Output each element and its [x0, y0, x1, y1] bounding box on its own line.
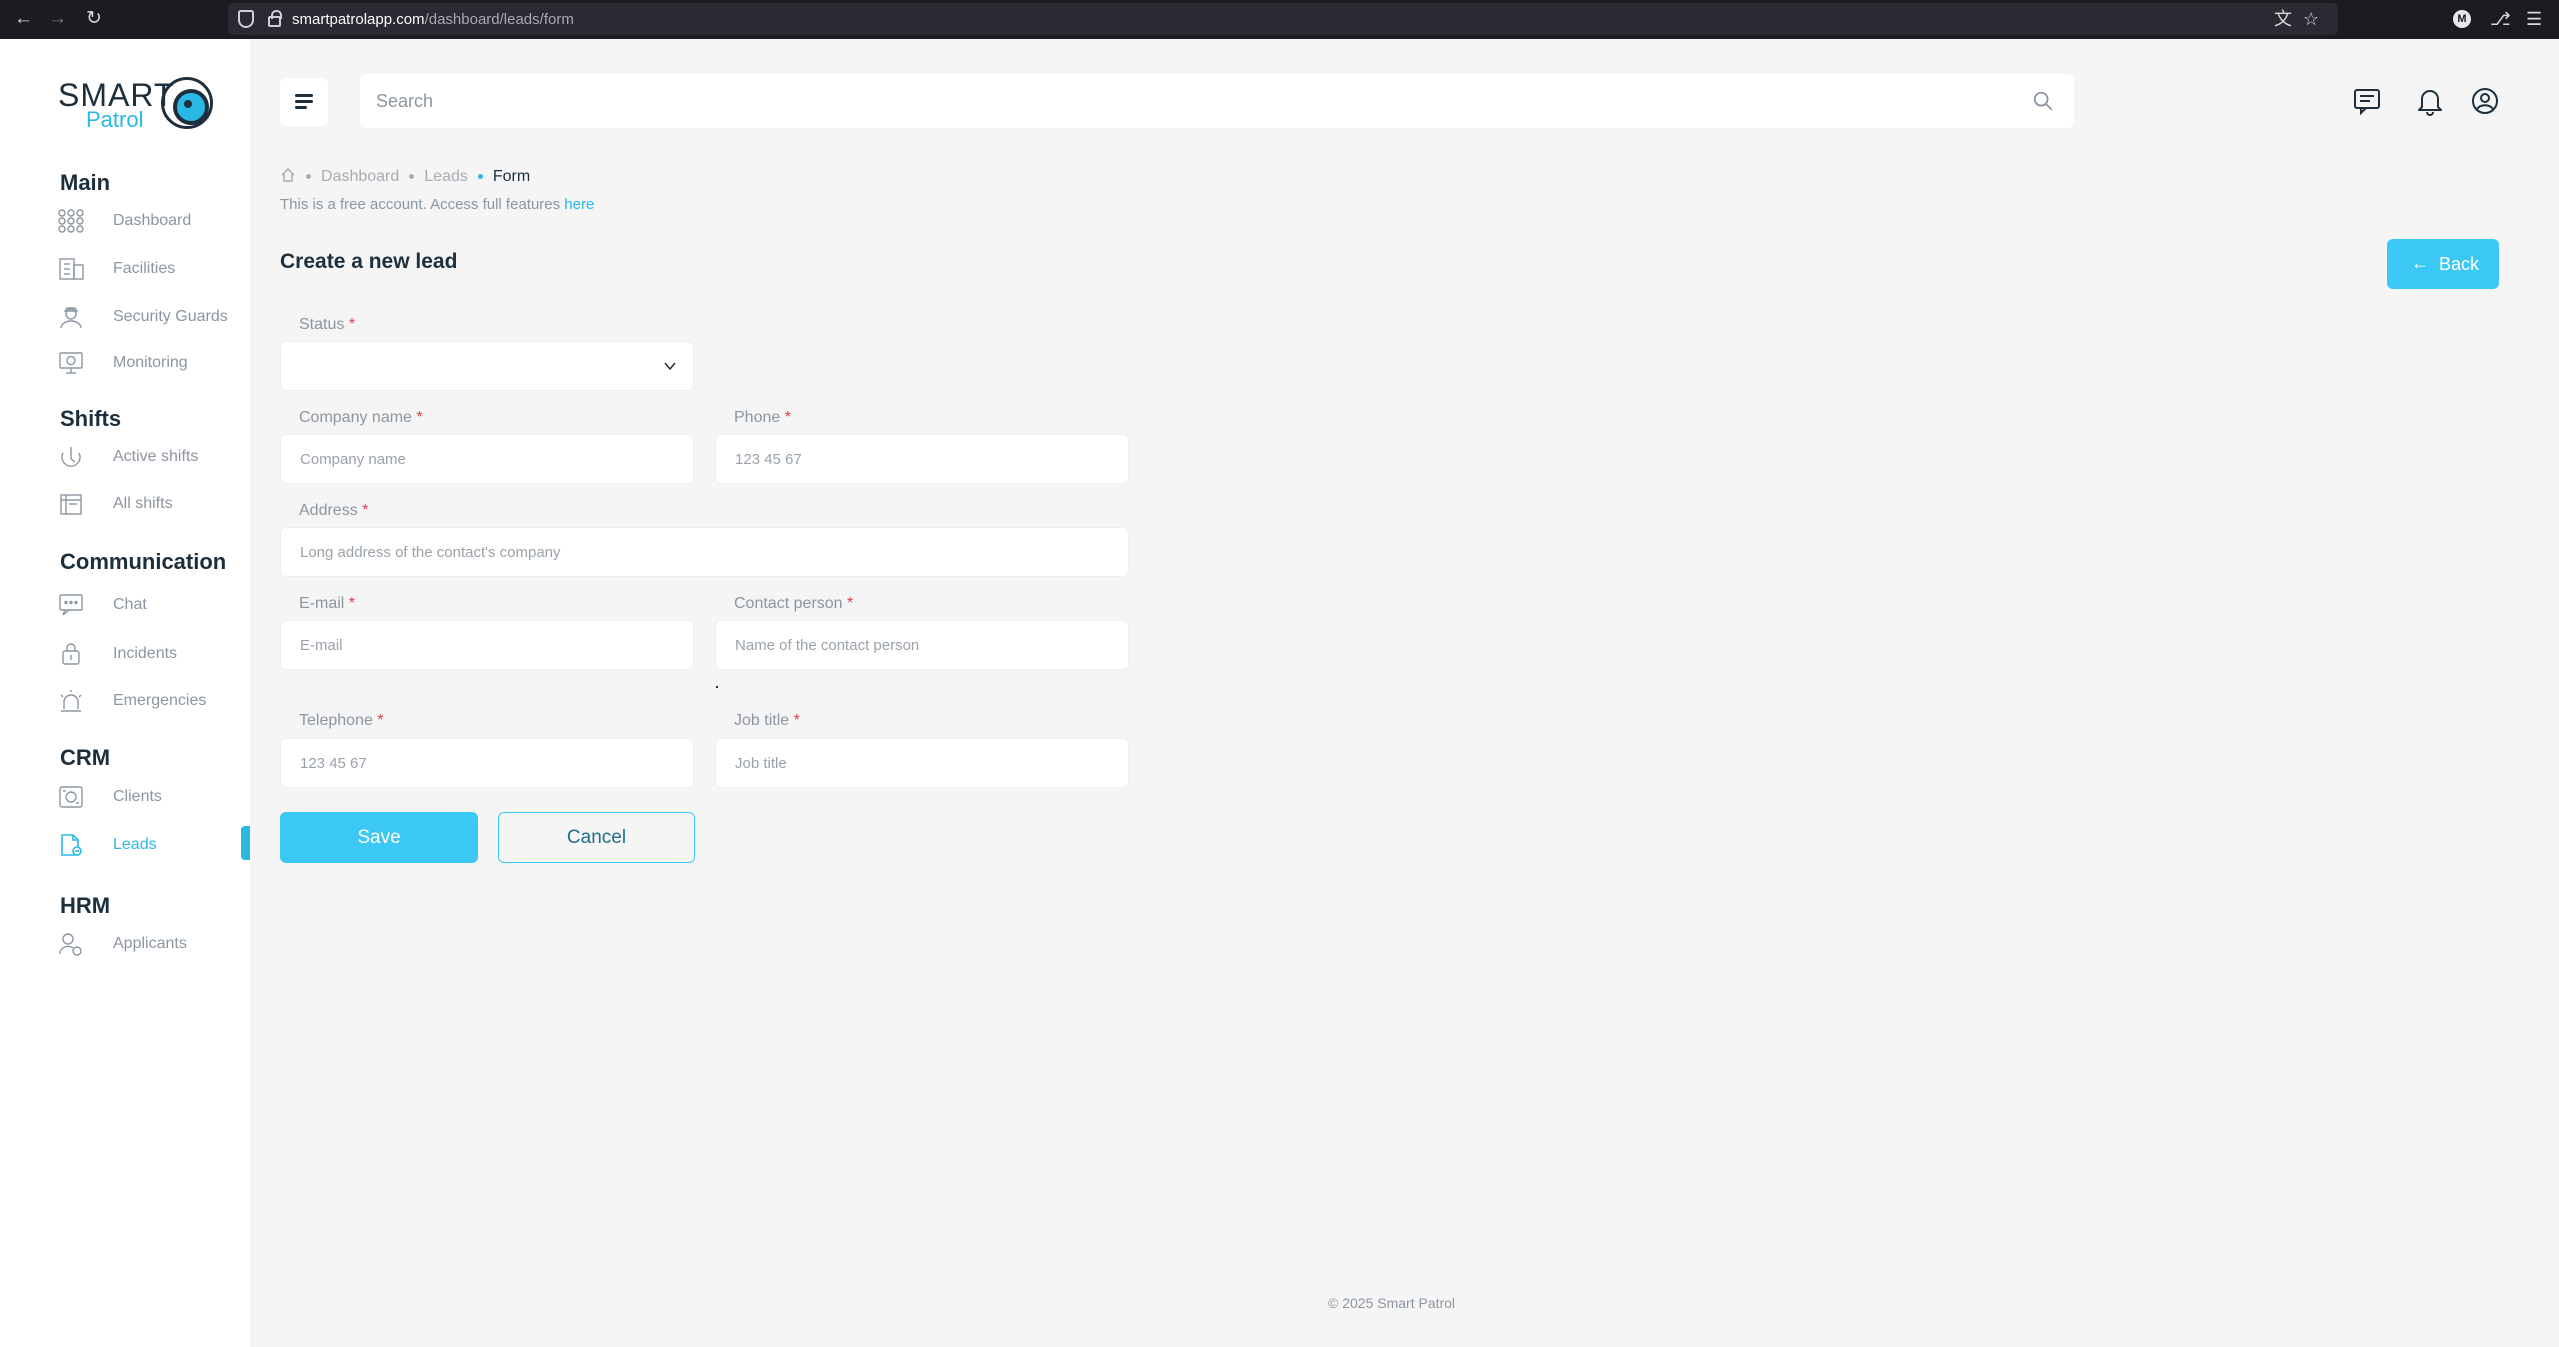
- status-label: Status *: [299, 316, 356, 333]
- breadcrumb-leads[interactable]: Leads: [424, 168, 468, 185]
- sidebar-item-dashboard[interactable]: Dashboard: [58, 204, 250, 238]
- applicant-icon: [59, 933, 82, 956]
- shield-icon: [238, 10, 254, 28]
- sidebar-item-facilities[interactable]: Facilities: [58, 252, 250, 286]
- notification-bell-icon[interactable]: [2415, 86, 2445, 116]
- logo[interactable]: SMART Patrol: [58, 73, 223, 143]
- sidebar-item-label: Dashboard: [113, 212, 192, 229]
- sidebar-item-emergencies[interactable]: Emergencies: [58, 684, 250, 718]
- reload-icon[interactable]: ↻: [86, 9, 102, 29]
- sidebar-item-label: Leads: [113, 836, 157, 853]
- monitor-icon: [59, 352, 83, 374]
- back-button[interactable]: ← Back: [2387, 239, 2499, 289]
- phone-label: Phone *: [734, 409, 791, 426]
- email-label: E-mail *: [299, 595, 356, 612]
- address-input[interactable]: [280, 527, 1129, 577]
- home-icon[interactable]: [280, 167, 296, 183]
- breadcrumb-dashboard[interactable]: Dashboard: [321, 168, 399, 185]
- section-title-main: Main: [60, 170, 111, 195]
- breadcrumb: Dashboard Leads Form: [280, 167, 530, 186]
- logo-text-patrol: Patrol: [86, 107, 144, 132]
- star-icon[interactable]: ☆: [2303, 9, 2319, 29]
- sidebar-item-security-guards[interactable]: Security Guards: [58, 300, 250, 334]
- breadcrumb-form: Form: [492, 168, 531, 185]
- stray-dot: [716, 686, 718, 688]
- sidebar-item-label: Emergencies: [113, 692, 207, 709]
- sidebar-item-label: Applicants: [113, 935, 187, 952]
- lead-doc-icon: [61, 834, 82, 856]
- sidebar-item-label: Monitoring: [113, 354, 188, 371]
- page-title: Create a new lead: [280, 250, 458, 273]
- phone-input[interactable]: [715, 434, 1129, 484]
- menu-toggle-button[interactable]: [280, 78, 328, 126]
- contact-person-label: Contact person *: [734, 595, 854, 612]
- search-input[interactable]: [376, 74, 1976, 128]
- notice-text: This is a free account. Access full feat…: [280, 196, 565, 213]
- back-arrow-icon[interactable]: ←: [14, 9, 33, 29]
- profile-avatar[interactable]: M: [2453, 10, 2471, 28]
- siren-icon: [60, 690, 82, 712]
- translate-icon[interactable]: 文: [2274, 9, 2292, 29]
- sidebar-item-chat[interactable]: Chat: [58, 588, 250, 622]
- guard-icon: [60, 307, 82, 329]
- sidebar-item-label: Chat: [113, 596, 147, 613]
- section-title-crm: CRM: [60, 745, 111, 770]
- telephone-input[interactable]: [280, 738, 694, 788]
- chat-icon: [59, 594, 83, 616]
- sidebar-item-label: Incidents: [113, 645, 178, 662]
- user-account-icon[interactable]: [2470, 86, 2500, 116]
- extensions-icon[interactable]: ⎇: [2490, 9, 2511, 29]
- sidebar-item-label: All shifts: [113, 495, 173, 512]
- building-icon: [59, 258, 84, 280]
- incident-icon: [62, 643, 80, 665]
- company-name-label: Company name *: [299, 409, 423, 426]
- job-title-label: Job title *: [734, 712, 800, 729]
- active-indicator: [241, 826, 250, 860]
- section-title-communication: Communication: [60, 549, 227, 574]
- clock-icon: [61, 447, 81, 467]
- calendar-icon: [60, 494, 82, 515]
- job-title-input[interactable]: [715, 738, 1129, 788]
- address-label: Address *: [299, 502, 369, 519]
- footer-copyright: © 2025 Smart Patrol: [1328, 1295, 1456, 1311]
- address-bar[interactable]: smartpatrolapp.com/dashboard/leads/form: [228, 3, 2338, 35]
- eye-logo-icon: [161, 77, 213, 129]
- search-bar: [360, 74, 2074, 128]
- hamburger-menu-icon[interactable]: ☰: [2526, 9, 2542, 29]
- save-button[interactable]: Save: [280, 812, 478, 863]
- company-name-input[interactable]: [280, 434, 694, 484]
- sidebar-item-incidents[interactable]: Incidents: [58, 637, 250, 671]
- sidebar-item-label: Active shifts: [113, 448, 199, 465]
- lock-icon: [268, 10, 282, 27]
- status-select[interactable]: [280, 341, 694, 391]
- sidebar-item-label: Facilities: [113, 260, 176, 277]
- messages-icon[interactable]: [2352, 86, 2382, 116]
- telephone-label: Telephone *: [299, 712, 384, 729]
- upgrade-link[interactable]: here: [564, 196, 594, 213]
- grid-icon: [58, 209, 84, 233]
- free-account-notice: This is a free account. Access full feat…: [280, 196, 594, 213]
- section-title-shifts: Shifts: [60, 406, 122, 431]
- section-title-hrm: HRM: [60, 893, 111, 918]
- sidebar-item-active-shifts[interactable]: Active shifts: [58, 440, 250, 474]
- back-button-label: Back: [2439, 254, 2480, 274]
- sidebar-item-monitoring[interactable]: Monitoring: [58, 346, 250, 380]
- contact-person-input[interactable]: [715, 620, 1129, 670]
- sidebar-item-all-shifts[interactable]: All shifts: [58, 487, 250, 521]
- chevron-down-icon: [664, 362, 676, 371]
- sidebar-item-label: Clients: [113, 788, 162, 805]
- forward-arrow-icon[interactable]: →: [48, 9, 67, 29]
- money-icon: [59, 786, 83, 808]
- sidebar-item-clients[interactable]: Clients: [58, 780, 250, 814]
- search-icon[interactable]: [2032, 90, 2054, 112]
- back-arrow-icon: ←: [2411, 253, 2429, 273]
- url-text[interactable]: smartpatrolapp.com/dashboard/leads/form: [292, 11, 574, 28]
- sidebar-item-leads[interactable]: Leads: [58, 828, 250, 862]
- sidebar-item-label: Security Guards: [113, 308, 228, 325]
- sidebar-item-applicants[interactable]: Applicants: [58, 927, 250, 961]
- cancel-button[interactable]: Cancel: [498, 812, 695, 863]
- browser-toolbar: ← → ↻ smartpatrolapp.com/dashboard/leads…: [0, 0, 2559, 39]
- email-input[interactable]: [280, 620, 694, 670]
